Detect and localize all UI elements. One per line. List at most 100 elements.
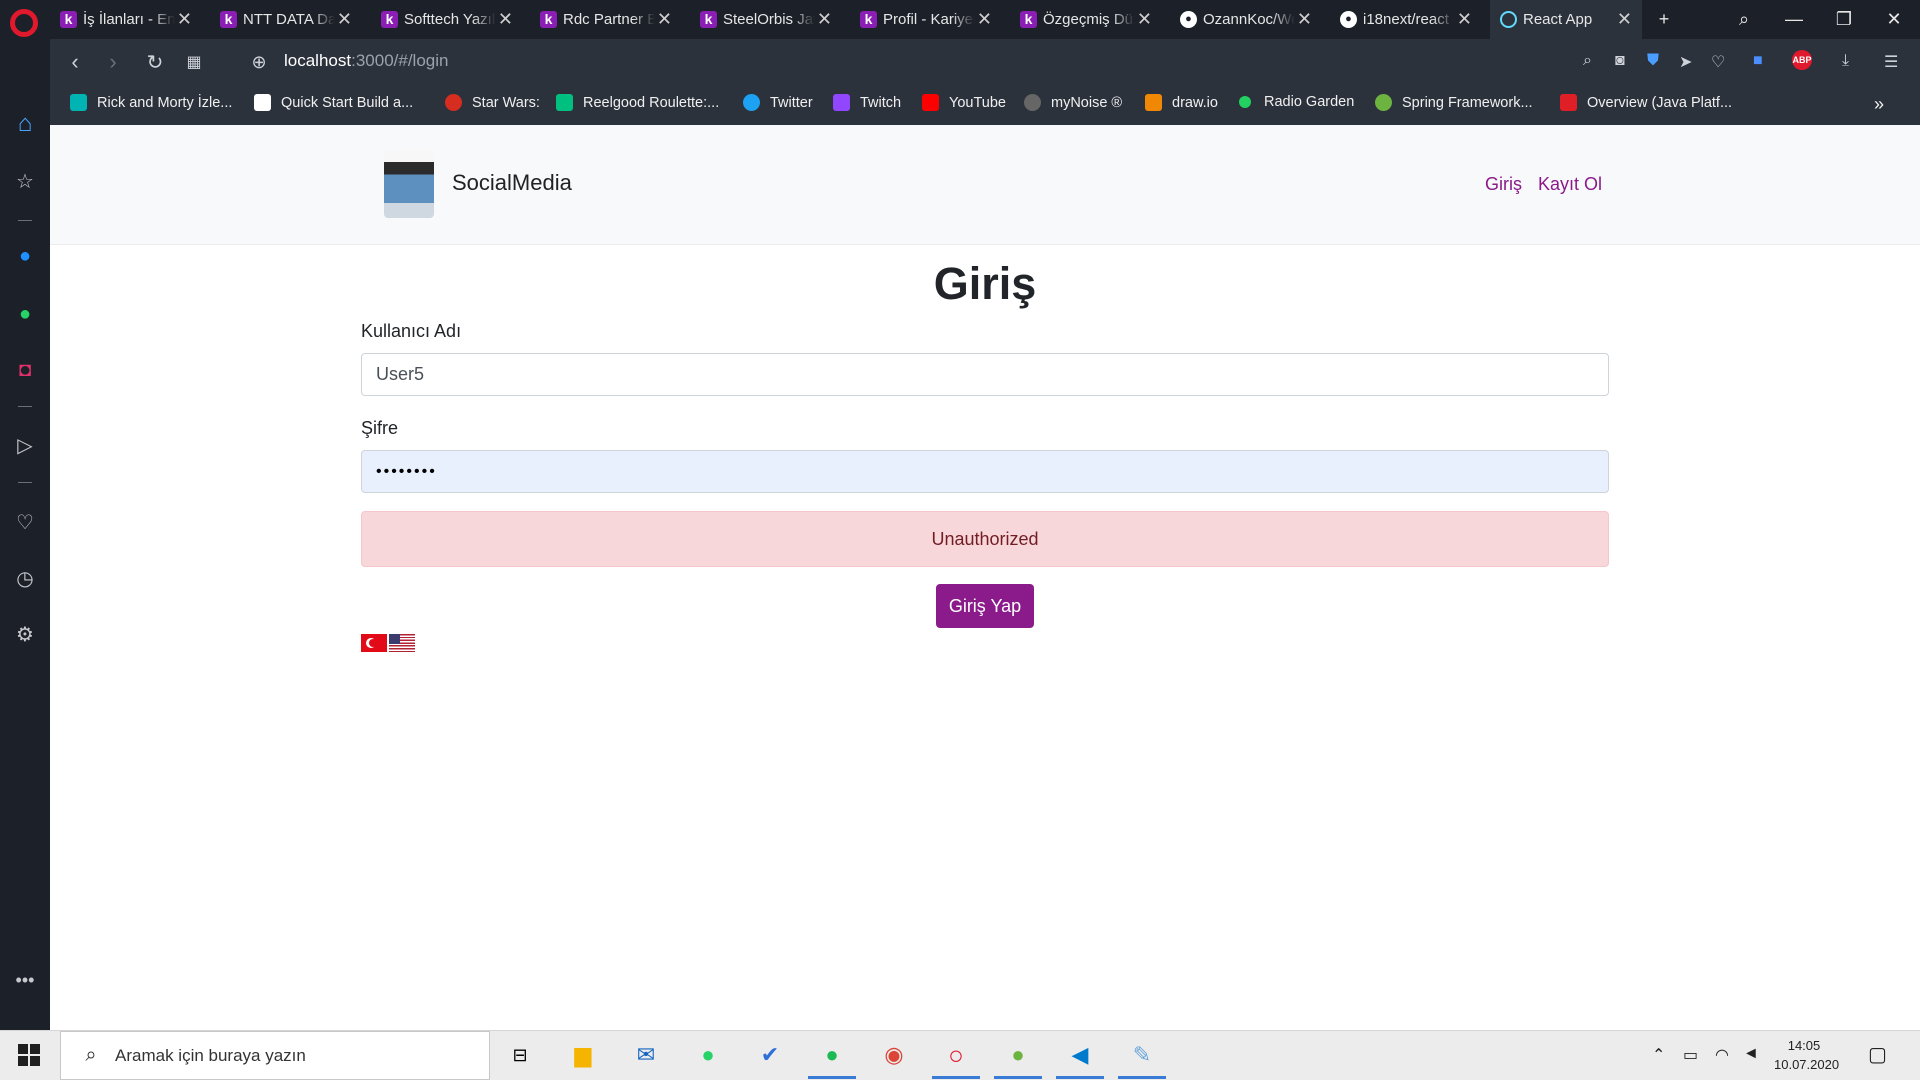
k-favicon-icon: k: [60, 11, 77, 28]
battery-icon[interactable]: ▭: [1683, 1045, 1698, 1065]
flow-send-icon[interactable]: ▷: [0, 428, 50, 462]
messenger-icon[interactable]: ●: [0, 239, 50, 273]
more-dots-icon[interactable]: •••: [0, 963, 50, 997]
brand-name[interactable]: SocialMedia: [452, 170, 572, 196]
close-window-icon[interactable]: ✕: [1870, 0, 1918, 39]
spotify-icon[interactable]: ●: [815, 1040, 849, 1070]
paint-icon[interactable]: ✎: [1125, 1040, 1159, 1070]
browser-tab[interactable]: k İş İlanları - En ✕: [50, 0, 202, 39]
back-arrow-icon[interactable]: ‹: [60, 47, 90, 77]
close-tab-icon[interactable]: ✕: [817, 9, 832, 30]
task-view-icon[interactable]: ⊟: [503, 1040, 537, 1070]
browser-tab[interactable]: ● OzannKoc/We ✕: [1170, 0, 1322, 39]
chrome-icon[interactable]: ◉: [877, 1040, 911, 1070]
reload-icon[interactable]: ↻: [140, 47, 170, 77]
download-icon[interactable]: ⤓: [1842, 52, 1849, 70]
close-tab-icon[interactable]: ✕: [177, 9, 192, 30]
search-page-icon[interactable]: ⌕: [1583, 52, 1592, 70]
instagram-icon[interactable]: ◘: [0, 353, 50, 387]
windows-start-icon[interactable]: [18, 1044, 40, 1066]
browser-tab[interactable]: k Softtech Yazılı ✕: [371, 0, 523, 39]
translate-extension-icon[interactable]: ■: [1753, 52, 1763, 70]
bookmark-item[interactable]: Radio Garden: [1239, 94, 1354, 110]
brand-avatar-logo[interactable]: [384, 150, 434, 218]
k-favicon-icon: k: [381, 11, 398, 28]
us-flag-icon[interactable]: [389, 634, 415, 652]
taskbar-clock[interactable]: 14:05 10.07.2020: [1774, 1036, 1839, 1074]
show-hidden-icons-chevron-icon[interactable]: ⌃: [1652, 1045, 1665, 1065]
bookmark-heart-icon[interactable]: ♡: [1711, 52, 1725, 72]
wifi-icon[interactable]: ◠: [1715, 1045, 1729, 1065]
bookmark-item[interactable]: draw.io: [1145, 94, 1218, 111]
k-favicon-icon: k: [1020, 11, 1037, 28]
send-to-flow-icon[interactable]: ➤: [1679, 52, 1692, 72]
bookmark-item[interactable]: YouTube: [922, 94, 1006, 111]
close-tab-icon[interactable]: ✕: [1457, 9, 1472, 30]
bookmark-item[interactable]: Twitter: [743, 94, 813, 111]
forward-arrow-icon[interactable]: ›: [98, 47, 128, 77]
sidebar-divider: [18, 220, 32, 221]
history-clock-icon[interactable]: ◷: [0, 561, 50, 595]
username-input[interactable]: User5: [361, 353, 1609, 396]
bookmark-item[interactable]: Twitch: [833, 94, 901, 111]
vpn-shield-icon[interactable]: ⛊: [1647, 52, 1659, 70]
easy-setup-menu-icon[interactable]: ☰: [1884, 52, 1898, 72]
close-tab-icon[interactable]: ✕: [977, 9, 992, 30]
browser-tab[interactable]: k Profil - Kariyer ✕: [850, 0, 1002, 39]
minimize-window-icon[interactable]: —: [1770, 0, 1818, 39]
browser-tab-active[interactable]: React App ✕: [1490, 0, 1642, 39]
browser-tab[interactable]: k Özgeçmiş Düz ✕: [1010, 0, 1162, 39]
speed-dial-grid-icon[interactable]: ▦: [179, 47, 209, 77]
bookmark-item[interactable]: myNoise ®: [1024, 94, 1122, 111]
browser-tab[interactable]: k NTT DATA Da ✕: [210, 0, 362, 39]
tab-search-icon[interactable]: ⌕: [1720, 0, 1768, 39]
bookmark-item[interactable]: Spring Framework...: [1375, 94, 1533, 111]
new-tab-plus-icon[interactable]: +: [1640, 0, 1688, 39]
heart-icon[interactable]: ♡: [0, 505, 50, 539]
nav-link-signup[interactable]: Kayıt Ol: [1538, 174, 1602, 195]
bookmark-item[interactable]: Overview (Java Platf...: [1560, 94, 1732, 111]
todo-check-icon[interactable]: ✔: [753, 1040, 787, 1070]
bookmark-item[interactable]: Quick Start Build a...: [254, 94, 413, 111]
restore-window-icon[interactable]: ❐: [1820, 0, 1868, 39]
bookmark-item[interactable]: Rick and Morty İzle...: [70, 94, 232, 111]
settings-gear-icon[interactable]: ⚙: [0, 617, 50, 651]
home-icon[interactable]: ⌂: [0, 107, 50, 141]
close-tab-icon[interactable]: ✕: [1297, 9, 1312, 30]
whatsapp-icon[interactable]: ●: [0, 297, 50, 331]
nav-link-login[interactable]: Giriş: [1485, 174, 1522, 195]
login-submit-button[interactable]: Giriş Yap: [936, 584, 1034, 628]
close-tab-icon[interactable]: ✕: [498, 9, 513, 30]
vscode-icon[interactable]: ◀: [1063, 1040, 1097, 1070]
volume-icon[interactable]: ◄: [1743, 1045, 1759, 1063]
bookmark-item[interactable]: Star Wars:: [445, 94, 540, 111]
taskbar-search-box[interactable]: ⌕ Aramak için buraya yazın: [60, 1031, 490, 1080]
close-tab-icon[interactable]: ✕: [337, 9, 352, 30]
vscode-active-indicator: [1056, 1076, 1104, 1079]
opera-taskbar-icon[interactable]: ○: [939, 1040, 973, 1070]
bookmarks-star-icon[interactable]: ☆: [0, 164, 50, 198]
url-field[interactable]: localhost:3000/#/login: [284, 51, 448, 71]
password-input[interactable]: ••••••••: [361, 450, 1609, 493]
globe-icon: ⊕: [251, 51, 267, 72]
bookmarks-overflow-chevron-icon[interactable]: »: [1874, 94, 1884, 115]
k-favicon-icon: k: [540, 11, 557, 28]
opera-menu-icon[interactable]: [10, 9, 38, 37]
page-title: Giriş: [933, 258, 1037, 309]
camera-snapshot-icon[interactable]: ◙: [1615, 52, 1625, 70]
bookmark-item[interactable]: Reelgood Roulette:...: [556, 94, 719, 111]
notification-center-icon[interactable]: ▢: [1868, 1042, 1887, 1067]
browser-tab[interactable]: k Rdc Partner Bi ✕: [530, 0, 682, 39]
file-explorer-icon[interactable]: ▆: [566, 1040, 600, 1070]
whatsapp-taskbar-icon[interactable]: ●: [691, 1040, 725, 1070]
close-tab-icon[interactable]: ✕: [1617, 9, 1632, 30]
browser-tab[interactable]: ● i18next/react ✕: [1330, 0, 1482, 39]
turkish-flag-icon[interactable]: [361, 634, 387, 652]
adblock-plus-icon[interactable]: ABP: [1792, 50, 1812, 70]
browser-tab[interactable]: k SteelOrbis Jav ✕: [690, 0, 842, 39]
close-tab-icon[interactable]: ✕: [657, 9, 672, 30]
bookmark-favicon-icon: [1560, 94, 1577, 111]
spring-tool-suite-icon[interactable]: ●: [1001, 1040, 1035, 1070]
mail-icon[interactable]: ✉: [629, 1040, 663, 1070]
close-tab-icon[interactable]: ✕: [1137, 9, 1152, 30]
